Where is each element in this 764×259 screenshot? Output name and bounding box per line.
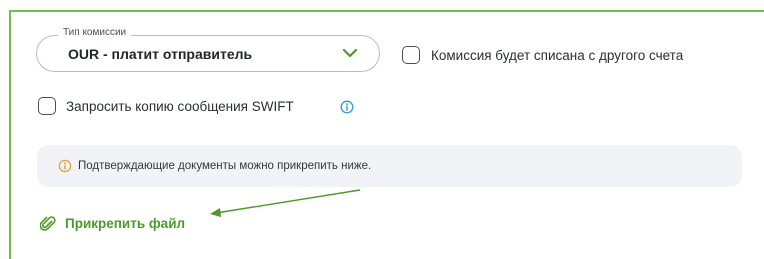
- commission-type-value: OUR - платит отправитель: [68, 46, 253, 62]
- paperclip-icon: [40, 216, 56, 231]
- swift-copy-checkbox[interactable]: [38, 97, 56, 115]
- swift-copy-checkbox-label: Запросить копию сообщения SWIFT: [66, 99, 294, 114]
- notice-info-icon: [58, 159, 72, 173]
- notice-text: Подтверждающие документы можно прикрепит…: [78, 160, 372, 172]
- chevron-down-icon[interactable]: [341, 47, 359, 59]
- annotation-arrow: [210, 189, 361, 217]
- commission-type-legend: Тип комиссии: [58, 26, 132, 40]
- info-icon[interactable]: [340, 100, 354, 114]
- attach-file-label: Прикрепить файл: [65, 216, 186, 231]
- attach-file-link[interactable]: Прикрепить файл: [40, 214, 185, 234]
- other-account-checkbox-label: Комиссия будет списана с другого счета: [431, 48, 684, 63]
- other-account-checkbox[interactable]: [402, 46, 420, 64]
